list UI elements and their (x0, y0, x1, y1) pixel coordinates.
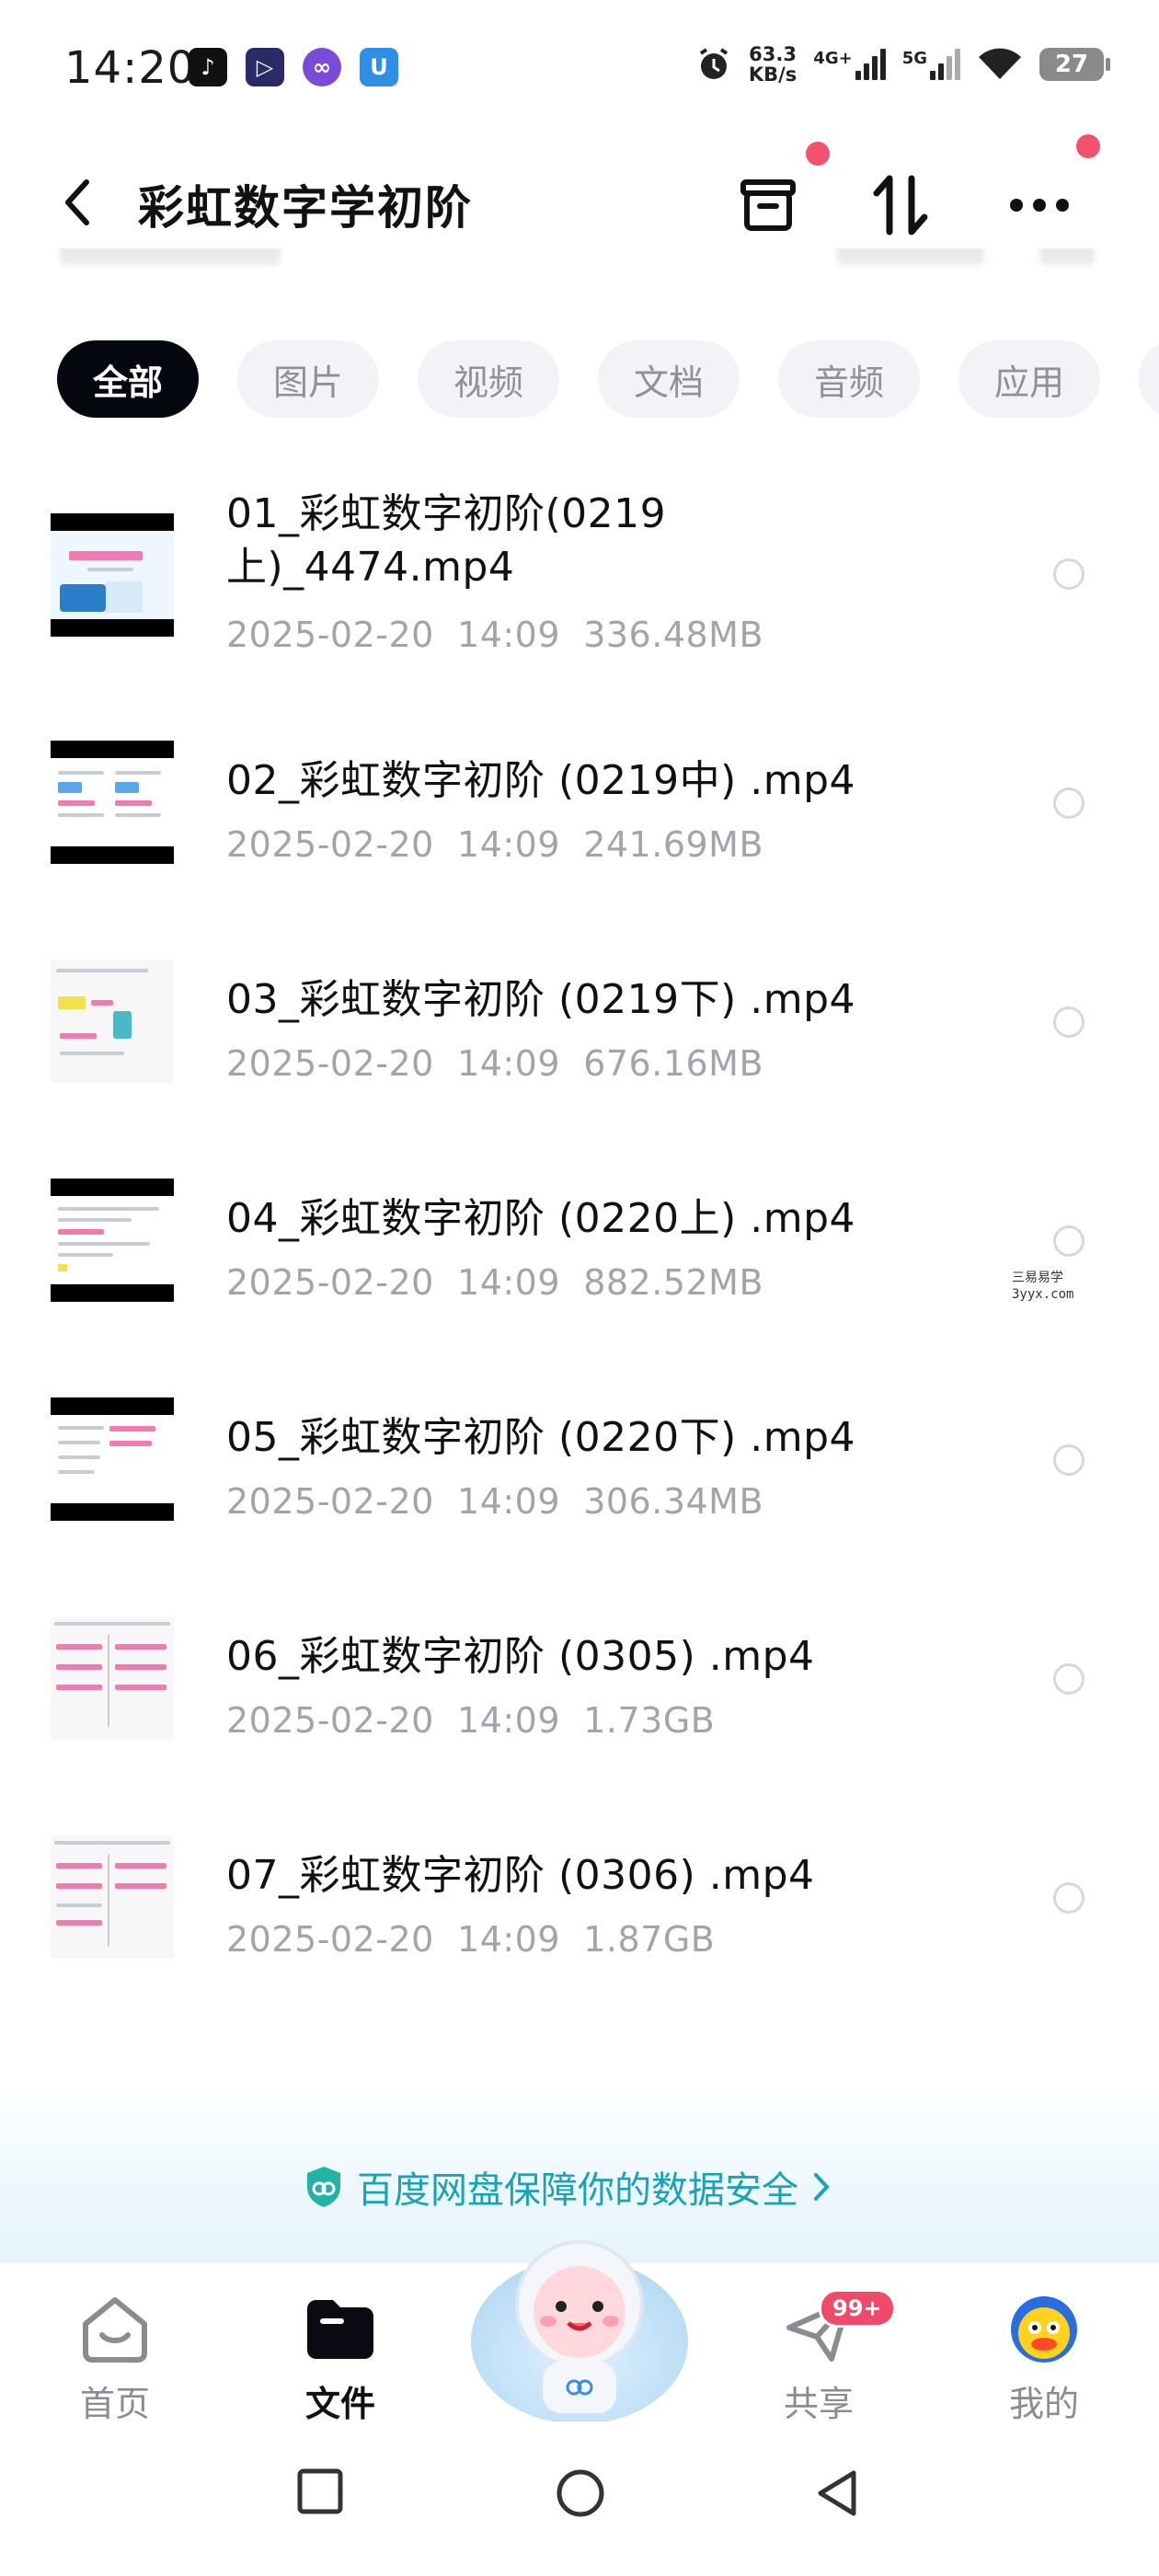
infinity-icon: ∞ (303, 48, 341, 86)
tab-more-partial[interactable] (1139, 340, 1159, 418)
system-nav-bar (0, 2421, 1159, 2576)
nav-share[interactable]: 99+ 共享 (754, 2289, 896, 2426)
share-badge: 99+ (819, 2289, 896, 2328)
signal-4g: 4G+ (813, 49, 886, 80)
file-meta: 2025-02-20 14:09 336.48MB (226, 615, 764, 655)
recent-apps-button[interactable] (296, 2467, 344, 2519)
status-bar: 14:20 ♪ ▷ ∞ U 63.3 KB/s 4G+ 5G 27 (0, 0, 1159, 138)
nav-files-label: 文件 (304, 2384, 375, 2424)
tab-images[interactable]: 图片 (237, 340, 379, 418)
shield-check-icon (307, 2167, 340, 2207)
file-row[interactable]: 02_彩虹数字初阶 (0219中) .mp4 2025-02-20 14:09 … (0, 699, 1159, 918)
nav-files[interactable]: 文件 (276, 2293, 405, 2426)
home-icon (83, 2297, 147, 2363)
status-time: 14:20 (64, 42, 197, 94)
chevron-right-icon (814, 2173, 830, 2201)
select-radio[interactable] (1053, 558, 1084, 590)
nav-me[interactable]: 我的 (980, 2293, 1108, 2426)
file-meta: 2025-02-20 14:09 1.87GB (226, 1919, 716, 1960)
select-radio[interactable] (1053, 1663, 1084, 1695)
file-name: 01_彩虹数字初阶(0219 上)_4474.mp4 (226, 490, 667, 591)
file-row[interactable]: 05_彩虹数字初阶 (0220下) .mp4 2025-02-20 14:09 … (0, 1356, 1159, 1575)
file-name: 05_彩虹数字初阶 (0220下) .mp4 (226, 1414, 856, 1461)
video-thumbnail (51, 1835, 174, 1959)
file-list: 01_彩虹数字初阶(0219 上)_4474.mp4 2025-02-20 14… (0, 460, 1159, 2013)
video-thumbnail (51, 1616, 174, 1740)
file-name: 02_彩虹数字初阶 (0219中) .mp4 (226, 757, 856, 804)
circle-icon (557, 2469, 604, 2517)
video-thumbnail (51, 513, 174, 637)
sort-button[interactable] (860, 164, 943, 247)
wifi-icon (979, 48, 1021, 79)
page-title: 彩虹数字学初阶 (138, 181, 473, 235)
video-thumbnail (51, 741, 174, 864)
sort-row-faded (55, 248, 1104, 285)
file-name: 06_彩虹数字初阶 (0305) .mp4 (226, 1633, 815, 1680)
file-meta: 2025-02-20 14:09 676.16MB (226, 1043, 764, 1084)
select-radio[interactable] (1053, 1006, 1084, 1038)
status-system-icons: 63.3 KB/s 4G+ 5G 27 (695, 43, 1110, 86)
select-radio[interactable] (1053, 1882, 1084, 1914)
more-button[interactable] (998, 164, 1081, 247)
tab-all[interactable]: 全部 (57, 340, 199, 418)
header: 彩虹数字学初阶 (0, 134, 1159, 267)
file-row[interactable]: 04_彩虹数字初阶 (0220上) .mp4 2025-02-20 14:09 … (0, 1137, 1159, 1356)
back-system-button[interactable] (813, 2467, 861, 2523)
battery-indicator: 27 (1039, 48, 1110, 81)
archive-button[interactable] (727, 164, 809, 247)
home-system-button[interactable] (555, 2467, 606, 2523)
category-tabs: 全部 图片 视频 文档 音频 应用 (57, 340, 1159, 418)
select-radio[interactable] (1053, 1444, 1084, 1476)
shield-app-icon: U (360, 48, 398, 86)
triangle-back-icon (818, 2470, 856, 2516)
archive-icon (740, 179, 796, 231)
file-name: 03_彩虹数字初阶 (0219下) .mp4 (226, 976, 856, 1023)
tab-audio[interactable]: 音频 (778, 340, 920, 418)
tab-apps[interactable]: 应用 (958, 340, 1100, 418)
file-meta: 2025-02-20 14:09 882.52MB (226, 1262, 764, 1303)
watermark: 三易易学 3yyx.com (1012, 1271, 1074, 1302)
player-icon: ▷ (246, 48, 284, 86)
video-thumbnail (51, 1397, 174, 1521)
archive-notification-dot (806, 142, 830, 166)
tab-videos[interactable]: 视频 (418, 340, 559, 418)
video-thumbnail (51, 1179, 174, 1302)
signal-5g: 5G (902, 49, 960, 80)
video-thumbnail (51, 960, 174, 1083)
file-row[interactable]: 03_彩虹数字初阶 (0219下) .mp4 2025-02-20 14:09 … (0, 918, 1159, 1137)
nav-me-label: 我的 (1008, 2384, 1079, 2424)
file-row[interactable]: 06_彩虹数字初阶 (0305) .mp4 2025-02-20 14:09 1… (0, 1575, 1159, 1794)
select-radio[interactable] (1053, 788, 1084, 819)
nav-home-label: 首页 (79, 2384, 150, 2424)
back-arrow-icon[interactable] (55, 175, 101, 230)
tiktok-icon: ♪ (189, 48, 227, 86)
file-meta: 2025-02-20 14:09 241.69MB (226, 824, 764, 865)
tab-documents[interactable]: 文档 (598, 340, 740, 418)
file-name: 04_彩虹数字初阶 (0220上) .mp4 (226, 1195, 856, 1242)
select-radio[interactable] (1053, 1225, 1084, 1257)
nav-home[interactable]: 首页 (51, 2293, 179, 2426)
net-speed: 63.3 KB/s (748, 43, 798, 86)
status-app-icons: ♪ ▷ ∞ U (189, 48, 398, 86)
file-row[interactable]: 07_彩虹数字初阶 (0306) .mp4 2025-02-20 14:09 1… (0, 1794, 1159, 2013)
file-meta: 2025-02-20 14:09 306.34MB (226, 1481, 764, 1522)
alarm-icon (699, 48, 728, 79)
file-meta: 2025-02-20 14:09 1.73GB (226, 1700, 716, 1741)
folder-icon (307, 2300, 373, 2359)
mascot-button[interactable] (460, 2203, 699, 2433)
file-row[interactable]: 01_彩虹数字初阶(0219 上)_4474.mp4 2025-02-20 14… (0, 460, 1159, 699)
file-name: 07_彩虹数字初阶 (0306) .mp4 (226, 1852, 815, 1899)
avatar-icon (1011, 2296, 1077, 2363)
nav-share-label: 共享 (783, 2384, 854, 2424)
more-notification-dot (1076, 134, 1100, 158)
sort-icon (873, 175, 928, 236)
square-icon (297, 2468, 343, 2514)
more-dots-icon (1010, 199, 1069, 212)
